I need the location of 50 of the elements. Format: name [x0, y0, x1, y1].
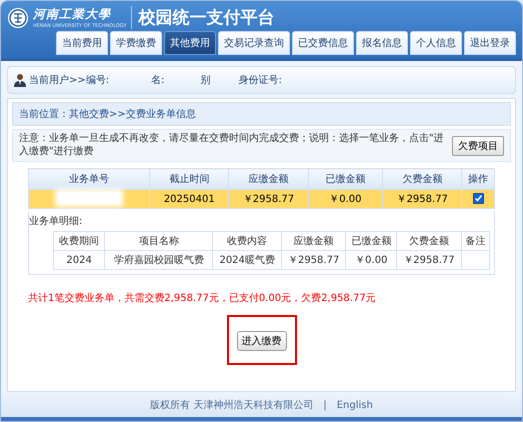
column-header: 操作 — [462, 168, 494, 190]
nav-tab[interactable]: 其他费用 — [164, 31, 216, 55]
table-cell: ￥2958.77 — [396, 250, 462, 270]
user-info-label: 名: — [151, 74, 165, 87]
user-info-label: 当前用户>>编号: — [29, 74, 110, 87]
nav-tab[interactable]: 已交费信息 — [292, 31, 354, 55]
table-cell: 2024 — [54, 250, 105, 270]
table-cell: ￥2958.77 — [282, 250, 346, 270]
english-link[interactable]: English — [336, 400, 373, 410]
table-cell: ￥0.00 — [346, 250, 397, 270]
breadcrumb: 当前位置：其他交费>>交费业务单信息 — [12, 102, 511, 126]
nav-tab[interactable]: 个人信息 — [410, 31, 462, 55]
table-cell: 2024暖气费 — [212, 250, 282, 270]
table-cell: 20250401 — [150, 190, 229, 208]
university-name: 河南工業大學 — [33, 6, 112, 23]
column-header: 应缴金额 — [228, 168, 308, 190]
pay-button[interactable]: 进入缴费 — [236, 331, 286, 351]
table-cell: ￥2958.77 — [382, 190, 462, 208]
nav-tab[interactable]: 交易记录查询 — [218, 31, 290, 55]
notice-text: 注意：业务单一旦生成不再改变，请尽量在交费时间内完成交费；说明：选择一笔业务，点击"进入缴费"进行缴费 — [19, 133, 445, 158]
table-cell: 学府嘉园校园暖气费 — [104, 250, 213, 270]
column-header: 截止时间 — [150, 168, 229, 190]
column-header: 业务单号 — [28, 168, 150, 190]
nav-tab[interactable]: 报名信息 — [356, 31, 408, 55]
column-header: 欠费金额 — [396, 232, 462, 250]
column-header: 备注 — [461, 232, 490, 250]
column-header: 项目名称 — [104, 232, 213, 250]
detail-label: 业务单明细: — [29, 214, 82, 228]
user-info-label: 别 — [200, 74, 211, 87]
user-info-label: 身份证号: — [238, 74, 282, 87]
table-cell: ￥0.00 — [308, 190, 383, 208]
column-header: 欠费金额 — [382, 168, 462, 190]
column-header: 收费期间 — [54, 232, 105, 250]
column-header: 已缴金额 — [346, 232, 397, 250]
column-header: 应缴金额 — [282, 232, 346, 250]
summary-text: 共计1笔交费业务单，共需交费2,958.77元，已支付0.00元，欠费2,958.77元 — [28, 292, 377, 305]
university-emblem-icon — [7, 6, 29, 28]
arrears-button[interactable]: 欠费项目 — [452, 136, 504, 156]
order-row[interactable]: 20250401 ￥2958.77 ￥0.00 ￥2958.77 — [28, 190, 494, 208]
table-cell: ￥2958.77 — [228, 190, 308, 208]
column-header: 收费内容 — [212, 232, 282, 250]
column-header: 已缴金额 — [308, 168, 383, 190]
nav-tab[interactable]: 当前费用 — [56, 31, 108, 55]
platform-title: 校园统一支付平台 — [137, 7, 274, 29]
nav-tab[interactable]: 学费缴费 — [110, 31, 162, 55]
nav-tab[interactable]: 退出登录 — [464, 31, 516, 55]
row-checkbox[interactable] — [472, 193, 484, 204]
separator: | — [323, 400, 327, 410]
copyright-text: 版权所有 天津神州浩天科技有限公司 — [150, 398, 314, 412]
user-icon — [14, 73, 26, 87]
